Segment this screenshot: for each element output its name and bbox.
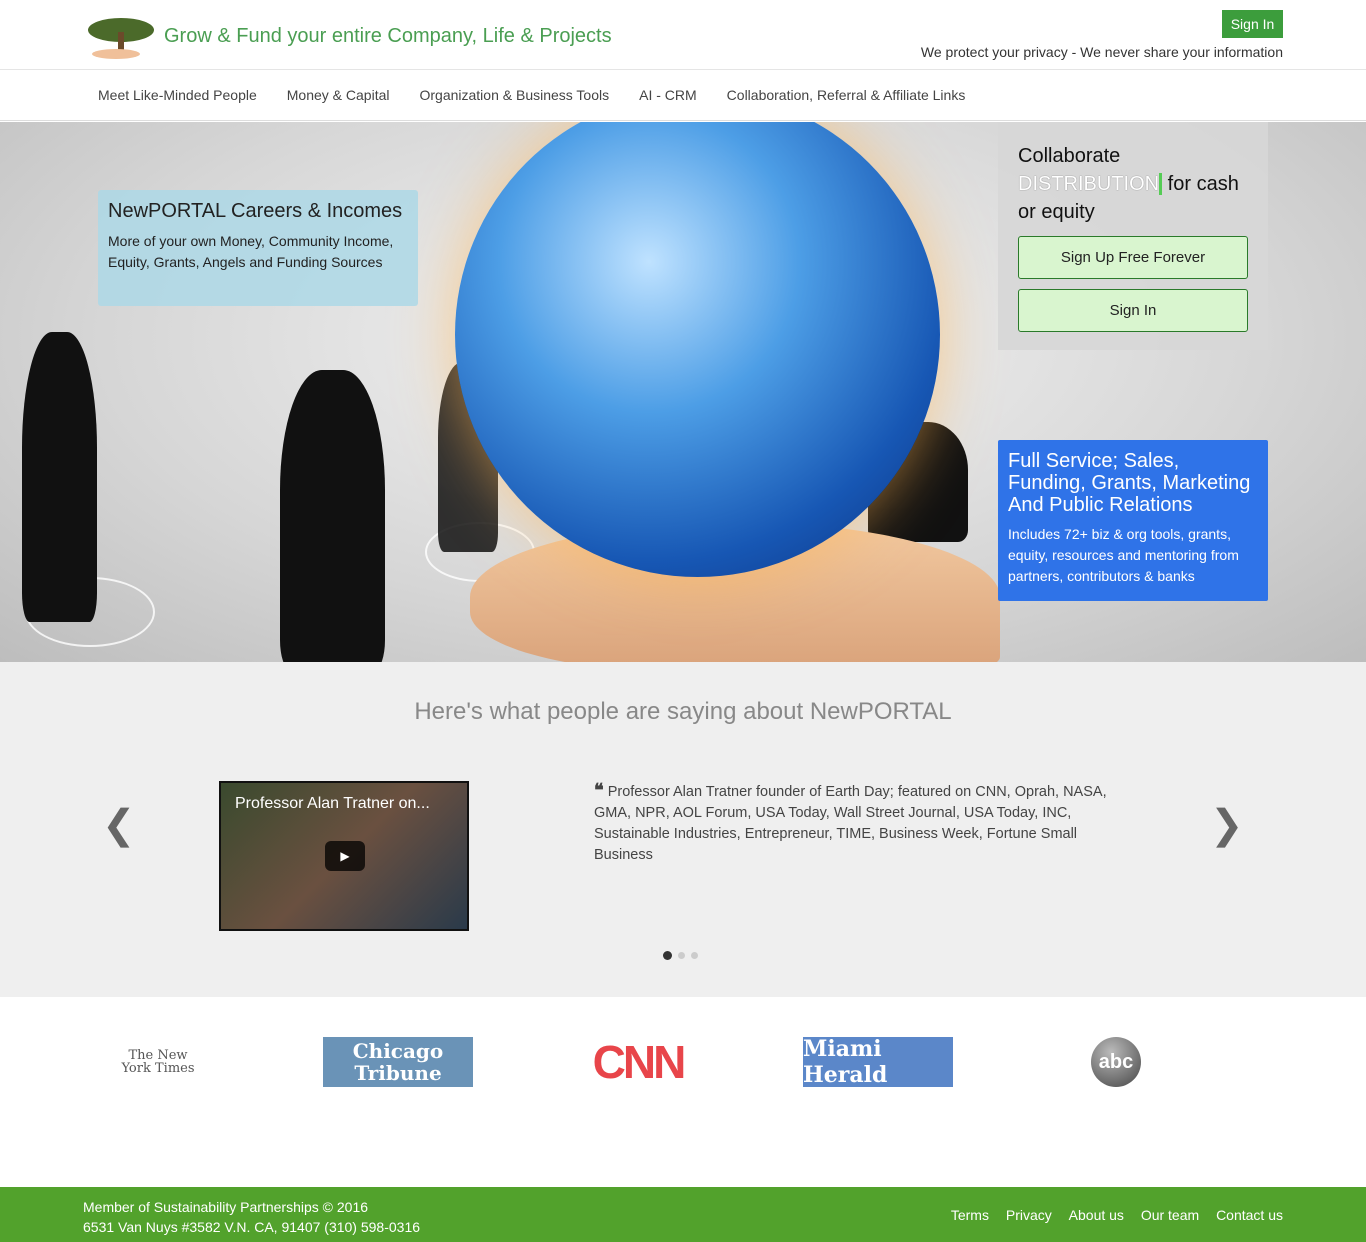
footer-privacy-link[interactable]: Privacy: [1006, 1207, 1052, 1223]
carousel-indicators: [663, 951, 698, 960]
footer-membership: Member of Sustainability Partnerships © …: [83, 1199, 369, 1215]
play-icon[interactable]: ▶: [325, 841, 365, 871]
video-thumbnail[interactable]: Professor Alan Tratner on... ▶: [219, 781, 469, 931]
collab-line3: or equity: [1018, 201, 1095, 223]
careers-box: NewPORTAL Careers & Incomes More of your…: [98, 190, 418, 306]
site-tagline: Grow & Fund your entire Company, Life & …: [164, 25, 612, 47]
testimonials-section: Here's what people are saying about NewP…: [0, 662, 1366, 997]
nav-meet-people[interactable]: Meet Like-Minded People: [98, 87, 257, 103]
nav-ai-crm[interactable]: AI - CRM: [639, 87, 697, 103]
main-nav: Meet Like-Minded People Money & Capital …: [0, 70, 1366, 121]
nav-money-capital[interactable]: Money & Capital: [287, 87, 390, 103]
cnn-logo: CNN: [592, 1036, 687, 1088]
footer-terms-link[interactable]: Terms: [951, 1207, 989, 1223]
footer: Member of Sustainability Partnerships © …: [0, 1187, 1366, 1242]
nav-collaboration[interactable]: Collaboration, Referral & Affiliate Link…: [727, 87, 966, 103]
testimonials-heading: Here's what people are saying about NewP…: [414, 698, 952, 725]
person-silhouette: [22, 332, 97, 622]
footer-about-link[interactable]: About us: [1069, 1207, 1124, 1223]
careers-text: More of your own Money, Community Income…: [108, 233, 394, 270]
quote-icon: ❝: [594, 780, 604, 800]
collaborate-box: Collaborate DISTRIBUTION for cash or equit…: [998, 122, 1268, 350]
service-text: Includes 72+ biz & org tools, grants, eq…: [1008, 526, 1239, 584]
person-silhouette: [280, 370, 385, 662]
collab-line1: Collaborate: [1018, 145, 1121, 167]
carousel-dot[interactable]: [678, 952, 685, 959]
press-logos: The New York Times Chicago Tribune CNN M…: [0, 997, 1366, 1187]
tree-logo-icon[interactable]: [86, 14, 156, 64]
hero-sign-in-button[interactable]: Sign In: [1018, 289, 1248, 332]
miami-herald-logo: Miami Herald: [803, 1036, 953, 1088]
nav-business-tools[interactable]: Organization & Business Tools: [419, 87, 609, 103]
footer-address: 6531 Van Nuys #3582 V.N. CA, 91407 (310)…: [83, 1219, 421, 1235]
hero-banner: NewPORTAL Careers & Incomes More of your…: [0, 122, 1366, 662]
sign-up-free-button[interactable]: Sign Up Free Forever: [1018, 236, 1248, 279]
testimonial-quote: ❝ Professor Alan Tratner founder of Eart…: [594, 780, 1134, 866]
prev-arrow-icon[interactable]: ❮: [102, 802, 136, 848]
quote-text: Professor Alan Tratner founder of Earth …: [594, 784, 1107, 863]
rotating-word: DISTRIBUTION: [1018, 173, 1163, 195]
video-title: Professor Alan Tratner on...: [235, 795, 430, 812]
chicago-tribune-logo: Chicago Tribune: [323, 1037, 473, 1087]
sign-in-button[interactable]: Sign In: [1222, 10, 1283, 38]
nyt-logo: The New York Times: [121, 1048, 195, 1076]
full-service-box: Full Service; Sales, Funding, Grants, Ma…: [998, 440, 1268, 601]
careers-title: NewPORTAL Careers & Incomes: [108, 200, 403, 222]
service-title: Full Service; Sales, Funding, Grants, Ma…: [1008, 450, 1251, 516]
collab-line2: for cash: [1162, 173, 1239, 195]
next-arrow-icon[interactable]: ❯: [1210, 802, 1244, 848]
footer-contact-link[interactable]: Contact us: [1216, 1207, 1283, 1223]
privacy-notice: We protect your privacy - We never share…: [920, 44, 1283, 60]
header: Grow & Fund your entire Company, Life & …: [0, 0, 1366, 70]
carousel-dot[interactable]: [663, 951, 672, 960]
footer-team-link[interactable]: Our team: [1141, 1207, 1199, 1223]
abc-logo: abc: [1091, 1037, 1141, 1087]
carousel-dot[interactable]: [691, 952, 698, 959]
